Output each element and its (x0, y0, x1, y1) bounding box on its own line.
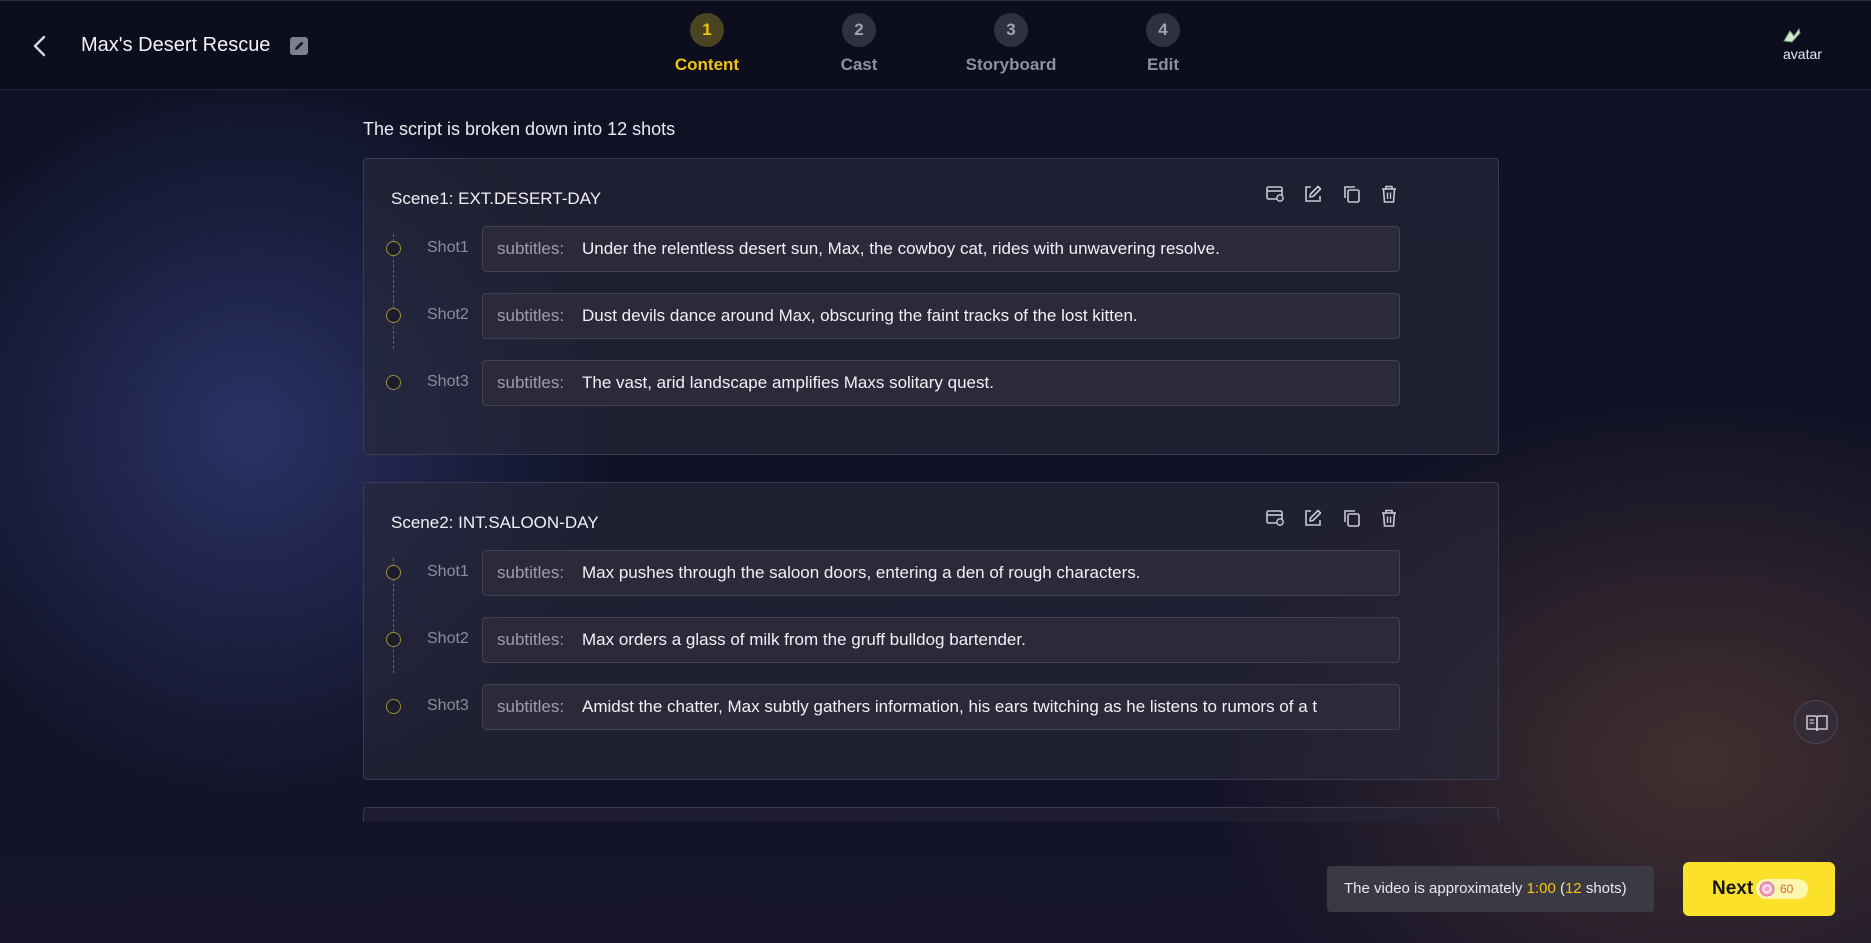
copy-icon[interactable] (1341, 183, 1363, 205)
shot-label: Shot2 (427, 306, 469, 323)
subtitle-key: subtitles: (497, 563, 565, 582)
credit-count: 60 (1780, 882, 1794, 896)
edit-title-icon[interactable] (289, 36, 309, 56)
step-label: Edit (1146, 55, 1180, 74)
copy-icon[interactable] (1341, 507, 1363, 529)
shot-marker (386, 699, 401, 714)
step-number: 4 (1146, 13, 1180, 47)
shot-row: Shot3 subtitles: The vast, arid landscap… (386, 360, 1426, 406)
step-number: 3 (994, 13, 1028, 47)
subtitle-text: Under the relentless desert sun, Max, th… (582, 239, 1220, 258)
subtitle-field[interactable]: subtitles: Under the relentless desert s… (482, 226, 1400, 272)
duration-value: 1:00 (1526, 880, 1556, 897)
edit-icon[interactable] (1302, 507, 1324, 529)
shot-marker (386, 308, 401, 323)
step-cast[interactable]: 2 Cast (799, 13, 919, 75)
duration-open: ( (1555, 880, 1565, 897)
project-title: Max's Desert Rescue (81, 34, 271, 56)
step-content[interactable]: 1 Content (647, 13, 767, 75)
step-edit[interactable]: 4 Edit (1103, 13, 1223, 75)
subtitle-key: subtitles: (497, 373, 565, 392)
shot-count: 12 (1564, 880, 1582, 897)
shot-marker (386, 375, 401, 390)
delete-icon[interactable] (1378, 183, 1400, 205)
duration-info: The video is approximately 1:00 (12 shot… (1327, 866, 1654, 912)
scene-card: Scene1: EXT.DESERT-DAY Shot1 subtitles: … (363, 158, 1499, 455)
delete-icon[interactable] (1378, 507, 1400, 529)
shot-row: Shot1 subtitles: Under the relentless de… (386, 226, 1426, 272)
shot-row: Shot2 subtitles: Max orders a glass of m… (386, 617, 1426, 663)
coin-icon (1759, 881, 1775, 897)
subtitle-key: subtitles: (497, 630, 565, 649)
broken-image-icon (1783, 27, 1801, 43)
book-icon[interactable] (1794, 700, 1838, 744)
subtitle-field[interactable]: subtitles: Dust devils dance around Max,… (482, 293, 1400, 339)
subtitle-text: Max orders a glass of milk from the gruf… (582, 630, 1026, 649)
shot-label: Shot3 (427, 697, 469, 714)
subtitle-field[interactable]: subtitles: Max orders a glass of milk fr… (482, 617, 1400, 663)
subtitle-key: subtitles: (497, 306, 565, 325)
storyboard-icon[interactable] (1264, 183, 1286, 205)
step-label: Storyboard (965, 55, 1057, 74)
avatar-alt-text: avatar (1783, 46, 1822, 62)
step-label: Cast (840, 55, 878, 74)
subtitle-text: Amidst the chatter, Max subtly gathers i… (582, 697, 1318, 716)
shot-summary: The script is broken down into 12 shots (363, 119, 676, 139)
back-arrow-icon[interactable] (28, 33, 54, 59)
shot-label: Shot1 (427, 563, 469, 580)
shot-label: Shot1 (427, 239, 469, 256)
subtitle-text: Dust devils dance around Max, obscuring … (582, 306, 1138, 325)
subtitle-field[interactable]: subtitles: Amidst the chatter, Max subtl… (482, 684, 1400, 730)
edit-icon[interactable] (1302, 183, 1324, 205)
subtitle-text: The vast, arid landscape amplifies Maxs … (582, 373, 994, 392)
next-scene-card-edge (363, 807, 1499, 822)
shot-marker (386, 565, 401, 580)
subtitle-key: subtitles: (497, 697, 565, 716)
subtitle-field[interactable]: subtitles: Max pushes through the saloon… (482, 550, 1400, 596)
subtitle-key: subtitles: (497, 239, 565, 258)
storyboard-icon[interactable] (1264, 507, 1286, 529)
next-button[interactable]: Next 60 (1683, 862, 1835, 916)
shot-marker (386, 241, 401, 256)
shot-row: Shot1 subtitles: Max pushes through the … (386, 550, 1426, 596)
next-button-label: Next (1712, 878, 1754, 899)
shot-row: Shot3 subtitles: Amidst the chatter, Max… (386, 684, 1426, 730)
duration-suffix: shots) (1581, 880, 1627, 897)
shot-label: Shot3 (427, 373, 469, 390)
step-label: Content (674, 55, 740, 74)
credit-badge: 60 (1756, 879, 1808, 899)
top-bar: Max's Desert Rescue 1 Content 2 Cast 3 S… (0, 0, 1871, 90)
avatar[interactable]: avatar (1778, 27, 1828, 63)
scene-card: Scene2: INT.SALOON-DAY Shot1 subtitles: … (363, 482, 1499, 780)
shot-label: Shot2 (427, 630, 469, 647)
scene-title: Scene2: INT.SALOON-DAY (391, 513, 599, 532)
step-number: 2 (842, 13, 876, 47)
shot-row: Shot2 subtitles: Dust devils dance aroun… (386, 293, 1426, 339)
duration-prefix: The video is approximately (1344, 880, 1527, 897)
subtitle-field[interactable]: subtitles: The vast, arid landscape ampl… (482, 360, 1400, 406)
step-storyboard[interactable]: 3 Storyboard (951, 13, 1071, 75)
shot-marker (386, 632, 401, 647)
scene-title: Scene1: EXT.DESERT-DAY (391, 189, 602, 208)
step-number: 1 (690, 13, 724, 47)
subtitle-text: Max pushes through the saloon doors, ent… (582, 563, 1141, 582)
